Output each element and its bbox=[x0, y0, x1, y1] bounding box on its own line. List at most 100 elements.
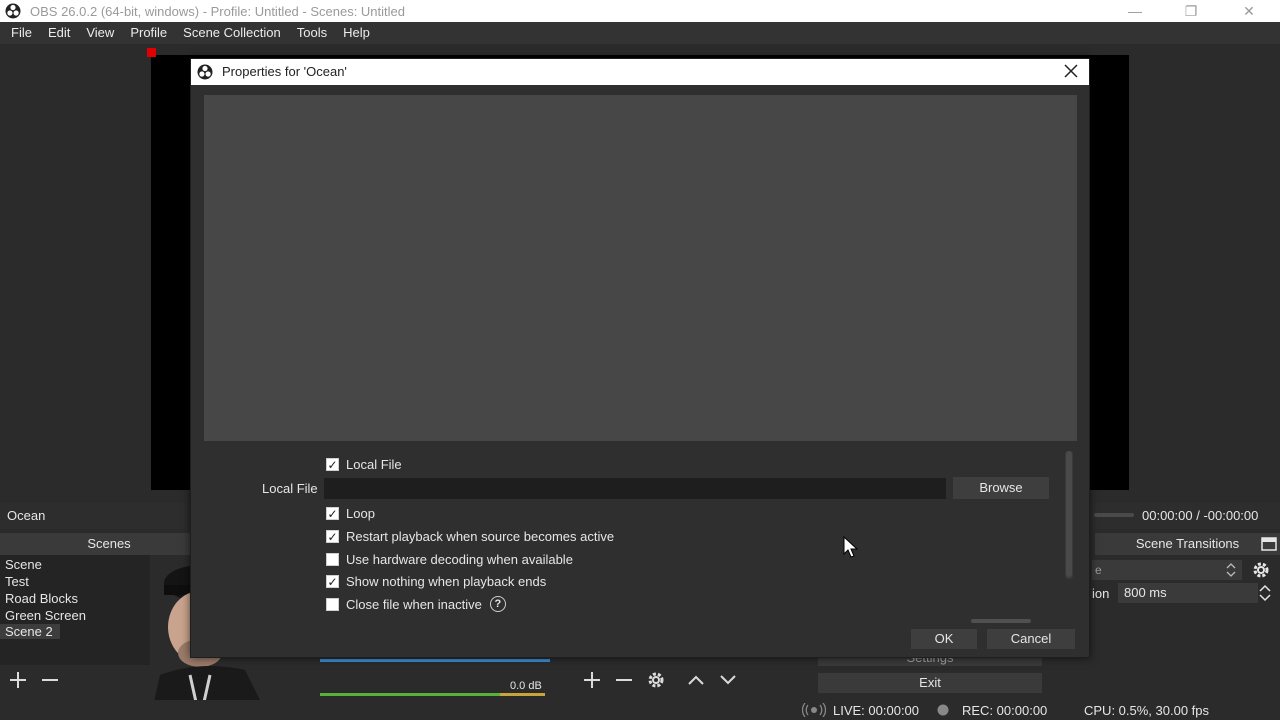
close-icon bbox=[1064, 64, 1078, 78]
local-file-field-label: Local File bbox=[262, 481, 318, 496]
hw-decoding-label: Use hardware decoding when available bbox=[346, 552, 573, 567]
dialog-title-bar: Properties for 'Ocean' bbox=[191, 59, 1089, 85]
restart-checkbox[interactable]: ✓ bbox=[326, 530, 339, 543]
volume-db-label: 0.0 dB bbox=[510, 680, 542, 692]
properties-dialog: Properties for 'Ocean' ✓ Local File Loca… bbox=[190, 58, 1090, 658]
obs-logo-icon bbox=[5, 3, 21, 19]
check-icon: ✓ bbox=[327, 574, 338, 589]
plus-icon bbox=[584, 672, 600, 688]
title-bar: OBS 26.0.2 (64-bit, windows) - Profile: … bbox=[0, 0, 1280, 22]
menu-scene-collection[interactable]: Scene Collection bbox=[175, 22, 289, 44]
menu-help[interactable]: Help bbox=[335, 22, 378, 44]
volume-meter bbox=[320, 659, 550, 662]
mouse-cursor-icon bbox=[843, 536, 859, 558]
dialog-close-button[interactable] bbox=[1059, 61, 1083, 83]
media-timecode: 00:00:00 / -00:00:00 bbox=[1142, 508, 1259, 523]
rec-status: REC: 00:00:00 bbox=[962, 703, 1048, 718]
minus-icon bbox=[42, 679, 58, 681]
gear-icon bbox=[648, 672, 664, 688]
menu-tools[interactable]: Tools bbox=[289, 22, 335, 44]
remove-source-button[interactable] bbox=[614, 670, 634, 694]
menu-file[interactable]: File bbox=[3, 22, 40, 44]
move-source-down-button[interactable] bbox=[718, 670, 738, 694]
menu-profile[interactable]: Profile bbox=[122, 22, 175, 44]
ok-button[interactable]: OK bbox=[911, 629, 977, 649]
show-nothing-label: Show nothing when playback ends bbox=[346, 574, 547, 589]
select-spin-icon bbox=[1226, 563, 1236, 577]
duration-spin-icon[interactable] bbox=[1258, 583, 1272, 603]
menu-edit[interactable]: Edit bbox=[40, 22, 78, 44]
local-file-checkbox[interactable]: ✓ bbox=[326, 458, 339, 471]
loop-row[interactable]: ✓ Loop bbox=[326, 506, 375, 521]
gear-icon[interactable] bbox=[1251, 560, 1271, 580]
close-icon: ✕ bbox=[1243, 2, 1255, 19]
audio-mixer-partial bbox=[320, 655, 570, 700]
chevron-down-icon bbox=[720, 675, 736, 685]
minimize-button[interactable]: — bbox=[1106, 0, 1164, 22]
cancel-button[interactable]: Cancel bbox=[987, 629, 1075, 649]
close-file-label: Close file when inactive bbox=[346, 596, 482, 612]
undock-icon[interactable] bbox=[1261, 537, 1277, 551]
add-scene-button[interactable] bbox=[8, 670, 28, 694]
sources-toolbar bbox=[572, 668, 808, 696]
scene-item[interactable]: Test bbox=[5, 574, 29, 589]
browse-button[interactable]: Browse bbox=[953, 477, 1049, 499]
hw-decoding-checkbox[interactable] bbox=[326, 553, 339, 566]
scenes-dock-title: Scenes bbox=[0, 533, 218, 555]
status-bar: LIVE: 00:00:00 REC: 00:00:00 CPU: 0.5%, … bbox=[0, 700, 1280, 720]
minimize-icon: — bbox=[1128, 3, 1142, 19]
scene-item[interactable]: Green Screen bbox=[5, 608, 86, 623]
window-title: OBS 26.0.2 (64-bit, windows) - Profile: … bbox=[30, 4, 405, 19]
restart-row[interactable]: ✓ Restart playback when source becomes a… bbox=[326, 529, 614, 544]
selected-source-name: Ocean bbox=[7, 508, 46, 523]
hw-decoding-row[interactable]: Use hardware decoding when available bbox=[326, 552, 573, 567]
volume-meter-bar bbox=[320, 693, 500, 696]
volume-meter-bar-warn bbox=[500, 693, 545, 696]
scene-item[interactable]: Road Blocks bbox=[5, 591, 78, 606]
check-icon: ✓ bbox=[327, 457, 338, 472]
show-nothing-row[interactable]: ✓ Show nothing when playback ends bbox=[326, 574, 546, 589]
obs-logo-icon bbox=[197, 64, 213, 80]
source-handle-marker bbox=[147, 48, 156, 57]
check-icon: ✓ bbox=[327, 506, 338, 521]
add-source-button[interactable] bbox=[582, 670, 602, 694]
minus-icon bbox=[616, 679, 632, 681]
scene-transitions-title: Scene Transitions bbox=[1095, 533, 1280, 555]
duration-label: ion bbox=[1092, 586, 1110, 601]
show-nothing-checkbox[interactable]: ✓ bbox=[326, 575, 339, 588]
scrollbar-thumb[interactable] bbox=[1066, 451, 1072, 577]
live-status: LIVE: 00:00:00 bbox=[833, 703, 920, 718]
loop-checkbox[interactable]: ✓ bbox=[326, 507, 339, 520]
plus-icon bbox=[10, 672, 26, 688]
close-file-checkbox[interactable] bbox=[326, 597, 339, 611]
restore-button[interactable]: ❐ bbox=[1162, 0, 1220, 22]
dialog-title: Properties for 'Ocean' bbox=[222, 64, 347, 79]
close-file-row[interactable]: Close file when inactive ? bbox=[326, 596, 506, 612]
move-source-up-button[interactable] bbox=[686, 670, 706, 694]
local-file-path-input[interactable] bbox=[324, 478, 946, 499]
chevron-up-icon bbox=[688, 675, 704, 685]
transition-select[interactable]: e bbox=[1092, 560, 1242, 580]
loop-label: Loop bbox=[346, 506, 375, 521]
check-icon: ✓ bbox=[327, 529, 338, 544]
menu-view[interactable]: View bbox=[78, 22, 122, 44]
media-seek-bar[interactable] bbox=[1094, 513, 1134, 517]
source-preview bbox=[204, 95, 1077, 441]
cpu-status: CPU: 0.5%, 30.00 fps bbox=[1084, 703, 1210, 718]
scene-item-selected[interactable]: Scene 2 bbox=[0, 624, 60, 639]
record-dot-icon bbox=[937, 704, 949, 716]
source-properties-button[interactable] bbox=[646, 670, 666, 694]
window-close-button[interactable]: ✕ bbox=[1220, 0, 1278, 22]
exit-button[interactable]: Exit bbox=[818, 673, 1042, 693]
scene-item[interactable]: Scene bbox=[5, 557, 42, 572]
local-file-checkbox-label: Local File bbox=[346, 457, 402, 472]
duration-input[interactable]: 800 ms bbox=[1118, 583, 1258, 603]
help-icon[interactable]: ? bbox=[489, 596, 506, 612]
restore-icon: ❐ bbox=[1184, 2, 1198, 19]
local-file-checkbox-row[interactable]: ✓ Local File bbox=[326, 457, 402, 472]
broadcast-icon bbox=[802, 703, 826, 717]
menu-bar: File Edit View Profile Scene Collection … bbox=[0, 22, 1280, 44]
restart-label: Restart playback when source becomes act… bbox=[346, 529, 615, 544]
remove-scene-button[interactable] bbox=[40, 670, 60, 694]
hidden-slider-partial bbox=[971, 619, 1031, 623]
